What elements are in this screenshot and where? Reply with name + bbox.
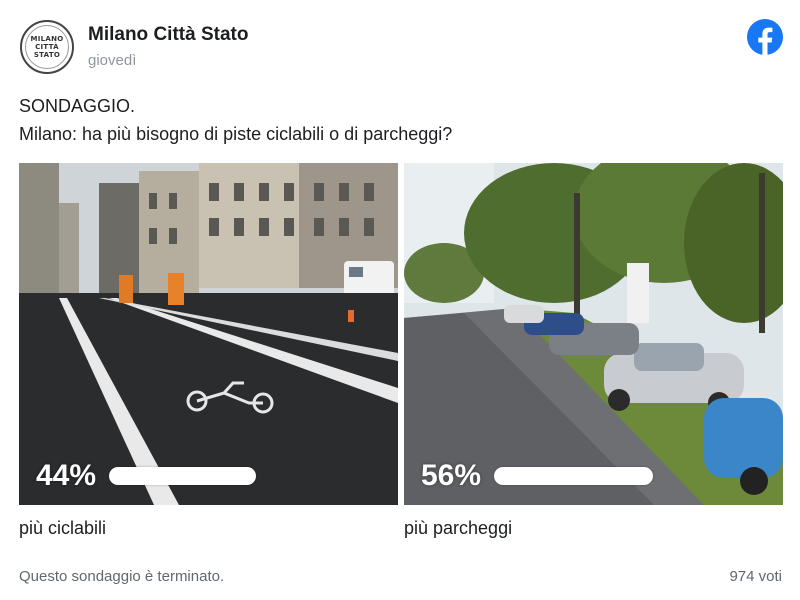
option-label-bike-lanes: più ciclabili bbox=[19, 518, 107, 538]
option-result-bar bbox=[494, 467, 653, 485]
option-result-bar bbox=[109, 467, 256, 485]
avatar-logo: MILANO CITTÀ STATO bbox=[25, 25, 69, 69]
option-percent: 44% bbox=[36, 459, 97, 492]
avatar-text-line3: STATO bbox=[33, 51, 61, 59]
page-avatar[interactable]: MILANO CITTÀ STATO bbox=[20, 20, 74, 74]
bike-lane-photo bbox=[19, 163, 398, 505]
option-label-parking: più parcheggi bbox=[404, 518, 513, 538]
facebook-icon[interactable] bbox=[747, 19, 783, 55]
poll-status: Questo sondaggio è terminato. bbox=[19, 568, 225, 585]
avatar-text-line1: MILANO bbox=[30, 35, 64, 43]
post-timestamp[interactable]: giovedì bbox=[88, 52, 136, 69]
poll-option-parking[interactable]: 56% bbox=[404, 163, 783, 505]
parking-photo bbox=[404, 163, 783, 505]
vote-count[interactable]: 974 voti bbox=[729, 568, 782, 585]
poll-post: MILANO CITTÀ STATO Milano Città Stato gi… bbox=[0, 0, 800, 600]
page-name-link[interactable]: Milano Città Stato bbox=[88, 24, 248, 46]
avatar-text-line2: CITTÀ bbox=[35, 43, 59, 51]
option-percent: 56% bbox=[421, 459, 482, 492]
post-message-question: Milano: ha più bisogno di piste ciclabil… bbox=[19, 124, 453, 144]
poll-option-bike-lanes[interactable]: 44% bbox=[19, 163, 398, 505]
post-message-title: SONDAGGIO. bbox=[19, 96, 136, 116]
